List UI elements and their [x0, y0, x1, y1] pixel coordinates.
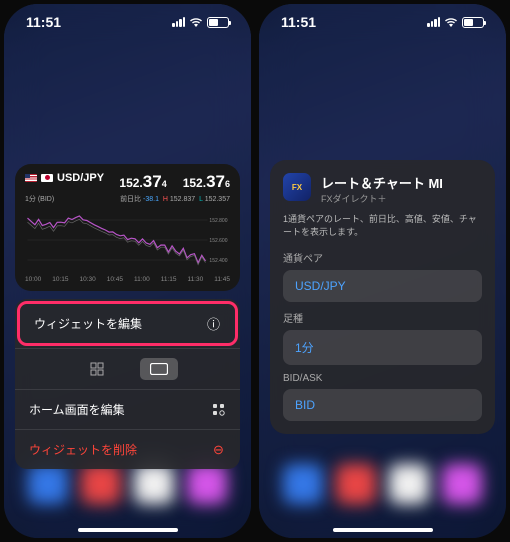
wifi-icon [444, 17, 458, 27]
size-medium-button[interactable] [140, 358, 178, 380]
battery-icon [207, 17, 229, 28]
size-small-button[interactable] [78, 358, 116, 380]
bidask-field-label: BID/ASK [283, 373, 482, 384]
remove-widget-button[interactable]: ウィジェットを削除 ⊖ [15, 429, 240, 469]
period-field-label: 足種 [283, 310, 482, 325]
phone-left: 11:51 USD/JPY 152.374 152.376 [4, 4, 251, 538]
status-right [427, 17, 484, 28]
home-indicator[interactable] [333, 528, 433, 532]
period-select[interactable]: 1分 [283, 330, 482, 365]
edit-widget-button[interactable]: ウィジェットを編集 ⓘ [17, 301, 238, 346]
info-icon: ⓘ [206, 316, 221, 331]
rate-chart-widget[interactable]: USD/JPY 152.374 152.376 1分 (BID) 前日比 -38… [15, 164, 240, 291]
wifi-icon [189, 17, 203, 27]
chart-time-axis: 10:00 10:15 10:30 10:45 11:00 11:15 11:3… [25, 276, 230, 283]
flag-jp-icon [41, 174, 53, 182]
edit-home-button[interactable]: ホーム画面を編集 [15, 389, 240, 429]
status-bar: 11:51 [4, 4, 251, 34]
config-title: レート＆チャート MI [321, 173, 443, 192]
widget-context-menu: ウィジェットを編集 ⓘ ホーム画面を編集 ウィジェットを削除 ⊖ [15, 299, 240, 469]
delta-block: 前日比 -38.1 H 152.837 L 152.357 [120, 194, 230, 204]
svg-text:152.800: 152.800 [209, 218, 227, 224]
status-time: 11:51 [281, 14, 316, 30]
bidask-select[interactable]: BID [283, 389, 482, 421]
phone-right: 11:51 FX レート＆チャート MI FXダイレクト＋ 1通貨ペアのレート、… [259, 4, 506, 538]
price-chart: 152.800 152.600 152.400 [25, 208, 230, 270]
timeframe-label: 1分 (BID) [25, 194, 54, 204]
pair-field-label: 通貨ペア [283, 250, 482, 265]
rect-icon [150, 363, 168, 375]
cellular-signal-icon [172, 17, 185, 27]
flag-us-icon [25, 174, 37, 182]
home-indicator[interactable] [78, 528, 178, 532]
grid-icon [90, 362, 104, 376]
widget-size-selector[interactable] [15, 348, 240, 389]
svg-text:152.400: 152.400 [209, 258, 227, 264]
status-right [172, 17, 229, 28]
apps-icon [211, 402, 226, 417]
minus-circle-icon: ⊖ [211, 442, 226, 457]
svg-text:152.600: 152.600 [209, 238, 227, 244]
battery-icon [462, 17, 484, 28]
price-display: 152.374 152.376 [119, 172, 230, 192]
currency-pair-label: USD/JPY [25, 172, 104, 184]
config-subtitle: FXダイレクト＋ [321, 192, 443, 205]
ask-price: 152.376 [183, 172, 230, 192]
status-bar: 11:51 [259, 4, 506, 34]
pair-select[interactable]: USD/JPY [283, 270, 482, 302]
config-description: 1通貨ペアのレート、前日比、高値、安値、チャートを表示します。 [283, 213, 482, 238]
app-icon: FX [283, 173, 311, 201]
status-time: 11:51 [26, 14, 61, 30]
bid-price: 152.374 [119, 172, 166, 192]
widget-config-panel: FX レート＆チャート MI FXダイレクト＋ 1通貨ペアのレート、前日比、高値… [270, 160, 495, 434]
cellular-signal-icon [427, 17, 440, 27]
